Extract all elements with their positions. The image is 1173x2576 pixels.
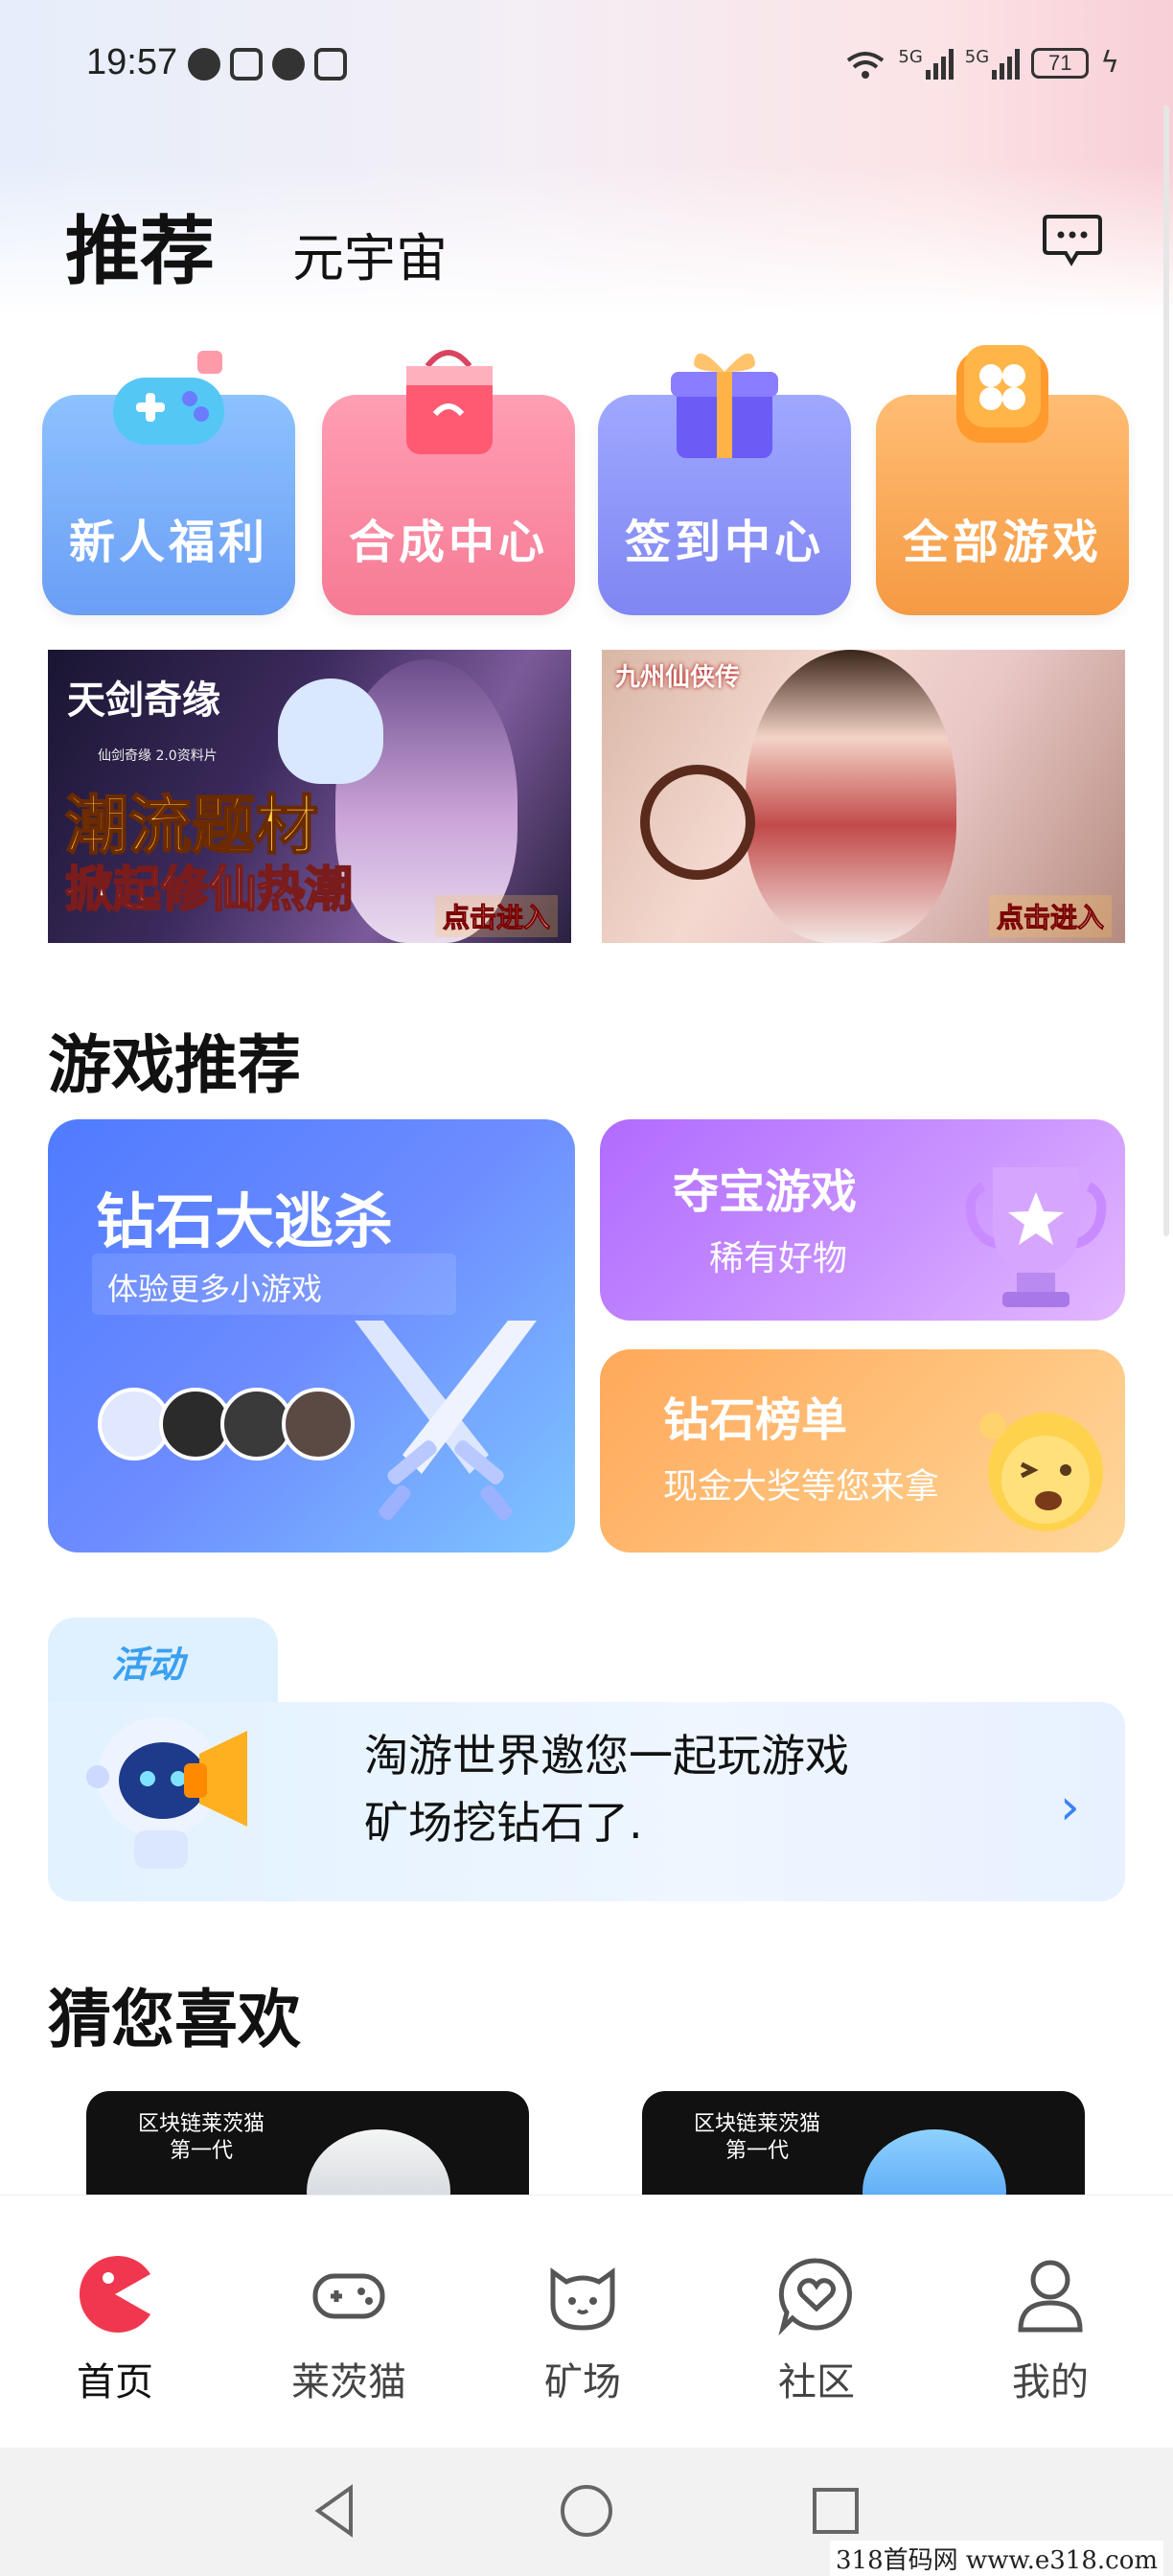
nft-card-subtitle: 第一代 [724, 2139, 789, 2163]
shield-icon [230, 48, 263, 80]
card-treasure-game[interactable]: 夺宝游戏 稀有好物 [600, 1119, 1125, 1321]
nav-item-lightcat[interactable]: 莱茨猫 [263, 2253, 435, 2406]
game-logo: 九州仙侠传 [615, 663, 741, 692]
quick-entry-label: 全部游戏 [902, 516, 1102, 569]
status-bar: 19:57 5G 5G 71 ϟ [0, 38, 1173, 96]
quick-entry-all-games[interactable]: 全部游戏 [876, 345, 1129, 615]
wifi-icon [847, 51, 885, 79]
game-banner-jiuzhou[interactable]: 九州仙侠传 点击进入 [602, 650, 1125, 943]
card-subtitle: 体验更多小游戏 [107, 1271, 323, 1307]
nav-label: 首页 [77, 2360, 153, 2404]
gamepad-icon [113, 351, 224, 445]
quick-entry-synthesis-center[interactable]: 合成中心 [322, 350, 575, 615]
chevron-right-icon[interactable]: › [1060, 1779, 1080, 1836]
home-circle-icon[interactable] [558, 2482, 615, 2540]
shopping-bag-icon [406, 350, 493, 454]
section-title-guess-you-like: 猜您喜欢 [48, 1983, 301, 2057]
chat-bubble-icon [314, 48, 347, 80]
network-type-label: 5G [898, 46, 923, 67]
trophy-icon [965, 1167, 1107, 1307]
nft-card-subtitle: 第一代 [169, 2139, 233, 2163]
banner-character-art [746, 650, 956, 943]
mascot-icon [979, 1413, 1103, 1531]
battery-icon: 71 [1031, 47, 1090, 79]
banner-weapon-art [640, 765, 755, 880]
qq-icon [272, 48, 305, 80]
nav-label: 矿场 [544, 2360, 621, 2404]
nav-item-mine[interactable]: 矿场 [496, 2253, 669, 2406]
card-subtitle: 现金大奖等您来拿 [663, 1467, 940, 1506]
quick-entry-check-in-center[interactable]: 签到中心 [598, 353, 851, 615]
system-navigation-bar: 318首码网 www.e318.com [0, 2448, 1173, 2576]
nav-item-community[interactable]: 社区 [730, 2253, 903, 2406]
game-logo: 天剑奇缘 [67, 678, 220, 723]
card-title: 夺宝游戏 [673, 1165, 858, 1219]
card-diamond-ranking[interactable]: 钻石榜单 现金大奖等您来拿 [600, 1349, 1125, 1552]
bottom-navigation: 首页 莱茨猫 矿场 社区 我的 [0, 2195, 1173, 2448]
watermark: 318首码网 www.e318.com [830, 2541, 1163, 2576]
notification-icons [188, 48, 347, 80]
quick-entry-label: 合成中心 [348, 516, 548, 569]
avatar [282, 1388, 355, 1460]
heart-chat-icon [778, 2258, 852, 2335]
tab-recommend[interactable]: 推荐 [65, 192, 215, 299]
nav-label: 我的 [1012, 2360, 1089, 2404]
network-type-label: 5G [964, 46, 990, 67]
quick-entry-newcomer-benefits[interactable]: 新人福利 [42, 351, 295, 615]
activity-text-line-1: 淘游世界邀您一起玩游戏 [364, 1730, 849, 1782]
robot-mascot-icon [86, 1717, 247, 1869]
gift-box-icon [671, 353, 778, 458]
card-subtitle: 稀有好物 [709, 1239, 848, 1278]
card-diamond-escape[interactable]: 钻石大逃杀 体验更多小游戏 [48, 1119, 575, 1552]
clover-icon [956, 345, 1048, 443]
banner-subline: 掀起修仙热潮 [64, 861, 354, 918]
user-icon [1018, 2260, 1083, 2333]
status-time: 19:57 [86, 42, 178, 82]
banner-pet-art [278, 678, 383, 784]
signal-strength-icon: 5G [964, 46, 1021, 80]
gamepad-outline-icon [312, 2273, 385, 2319]
home-pacman-icon [79, 2256, 150, 2333]
recents-icon[interactable] [807, 2482, 864, 2540]
crossed-swords-icon [355, 1321, 537, 1521]
nav-label: 莱茨猫 [291, 2360, 406, 2404]
charging-icon: ϟ [1100, 46, 1119, 80]
back-icon[interactable] [307, 2482, 364, 2540]
scrollbar[interactable] [1163, 105, 1169, 1236]
message-icon[interactable] [1043, 213, 1102, 266]
section-title-game-recommend: 游戏推荐 [48, 1028, 301, 1102]
activity-text-line-2: 矿场挖钻石了. [364, 1797, 643, 1849]
card-title: 钻石榜单 [663, 1393, 848, 1447]
quick-entry-label: 新人福利 [68, 516, 268, 569]
signal-strength-icon: 5G [898, 46, 954, 80]
cat-face-icon [550, 2267, 615, 2331]
enter-button[interactable]: 点击进入 [988, 895, 1112, 937]
qq-icon [188, 48, 220, 80]
game-banner-tianjian[interactable]: 天剑奇缘 仙剑奇缘 2.0资料片 潮流题材 掀起修仙热潮 点击进入 [48, 650, 571, 943]
nav-item-home[interactable]: 首页 [29, 2253, 201, 2406]
system-icons: 5G 5G 71 ϟ [844, 46, 1119, 80]
nav-item-profile[interactable]: 我的 [964, 2253, 1137, 2406]
quick-entry-label: 签到中心 [624, 516, 824, 569]
tab-metaverse[interactable]: 元宇宙 [292, 216, 448, 291]
activity-label: 活动 [111, 1644, 185, 1686]
game-logo-subtitle: 仙剑奇缘 2.0资料片 [98, 748, 218, 764]
nav-label: 社区 [778, 2360, 855, 2404]
card-title: 钻石大逃杀 [96, 1186, 394, 1256]
enter-button[interactable]: 点击进入 [434, 895, 558, 937]
